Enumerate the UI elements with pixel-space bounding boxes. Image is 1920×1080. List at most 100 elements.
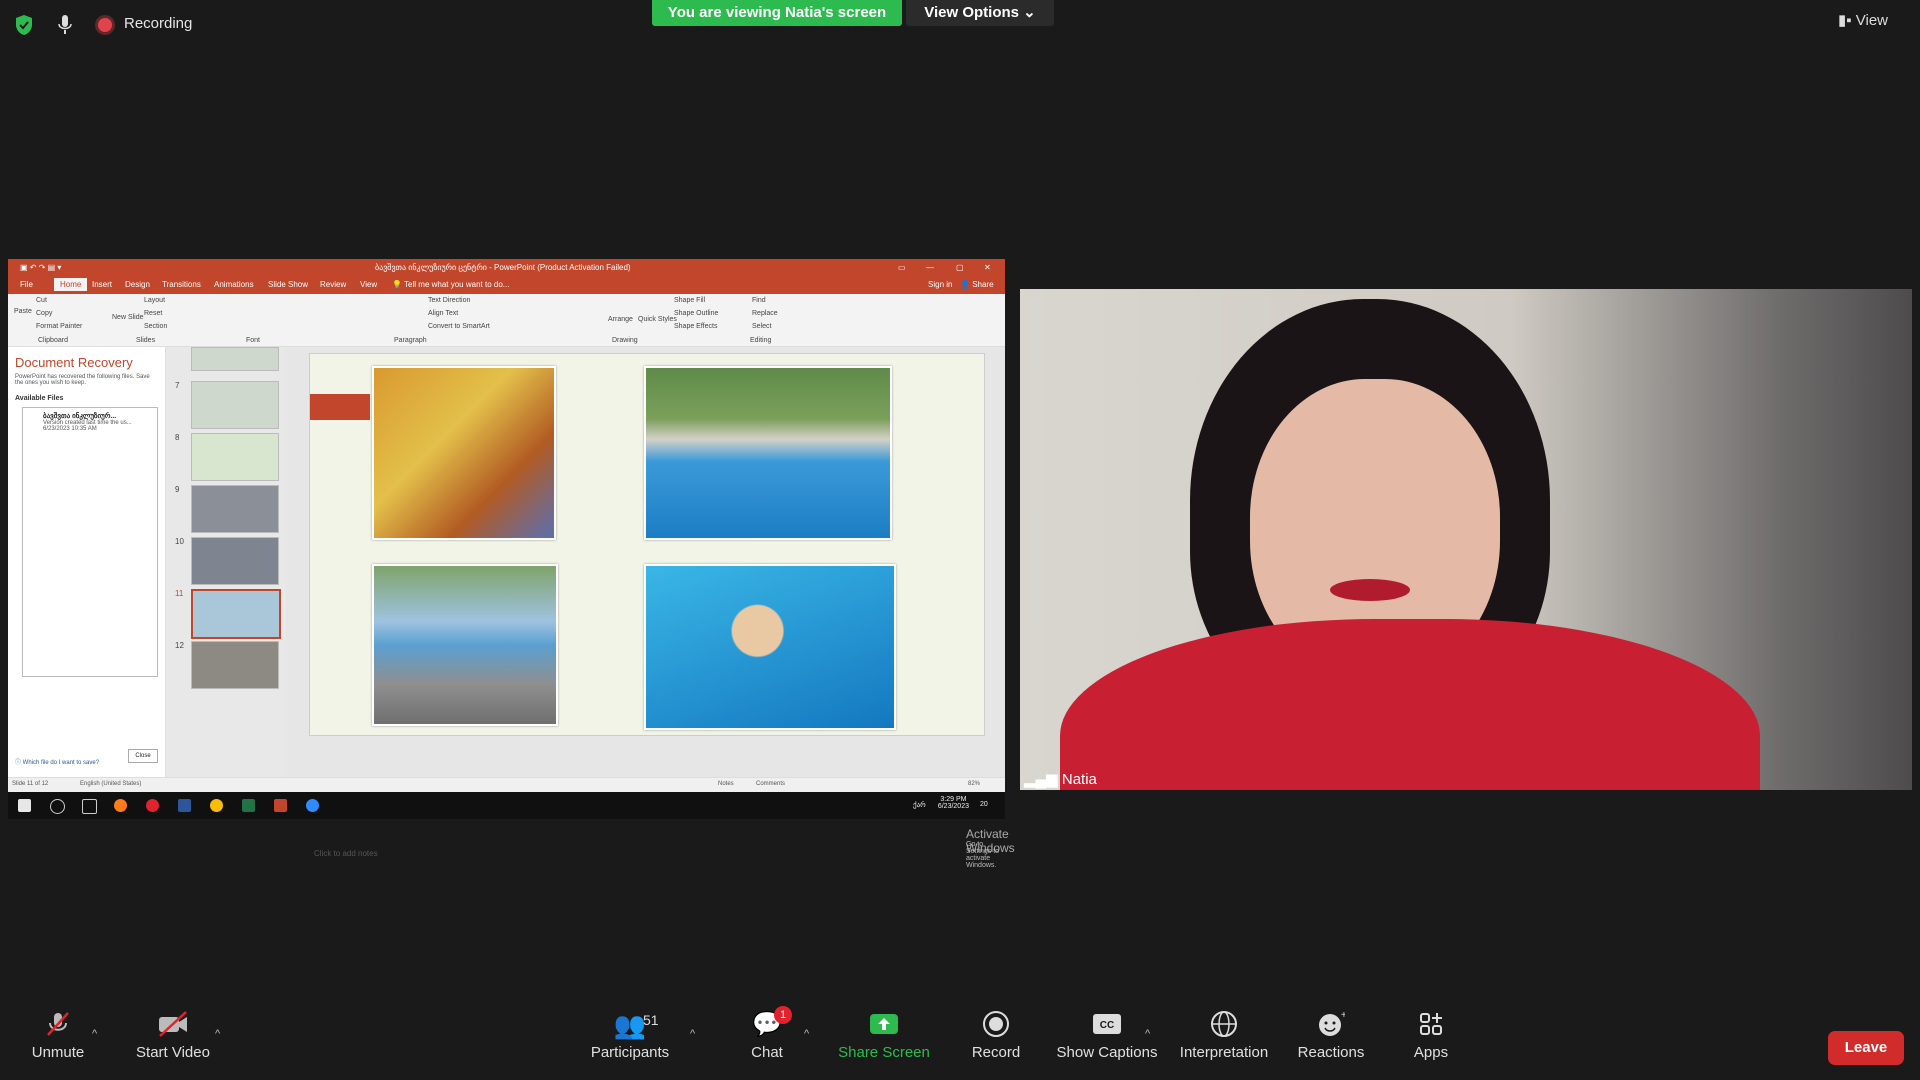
notes-toggle[interactable]: Notes [718, 781, 734, 787]
microphone-icon[interactable] [58, 14, 72, 36]
interpretation-button[interactable]: Interpretation [1174, 1010, 1274, 1061]
slide-thumbnail[interactable] [191, 485, 279, 533]
comments-toggle[interactable]: Comments [756, 781, 785, 787]
sign-in-link[interactable]: Sign in [928, 280, 952, 289]
help-question: Which file do I want to save? [22, 760, 100, 766]
align-text-button[interactable]: Align Text [428, 310, 458, 317]
record-button[interactable]: Record [966, 1010, 1026, 1061]
unmute-button[interactable]: Unmute [22, 1010, 94, 1061]
keyboard-language[interactable]: ქარ [913, 801, 926, 809]
recovery-close-button[interactable]: Close [128, 749, 158, 763]
tab-slide-show[interactable]: Slide Show [268, 280, 308, 289]
copy-button[interactable]: Copy [36, 310, 52, 317]
captions-caret-icon[interactable]: ^ [1145, 1028, 1150, 1040]
audio-options-caret-icon[interactable]: ^ [92, 1028, 97, 1040]
current-slide[interactable] [309, 353, 985, 736]
shape-fill-button[interactable]: Shape Fill [674, 297, 705, 304]
participants-button[interactable]: 👥 51 Participants [585, 1010, 675, 1061]
zoom-level[interactable]: 82% [968, 781, 980, 787]
reactions-button[interactable]: + Reactions [1294, 1010, 1368, 1061]
recovered-file-name: ბავშვთა ინკლუზიურ... [43, 413, 117, 420]
tab-insert[interactable]: Insert [92, 280, 112, 289]
tab-file[interactable]: File [20, 280, 33, 289]
share-screen-button[interactable]: Share Screen [836, 1010, 932, 1061]
reset-button[interactable]: Reset [144, 310, 162, 317]
slide-number: 11 [175, 589, 184, 598]
shield-icon[interactable] [14, 14, 34, 36]
shape-outline-button[interactable]: Shape Outline [674, 310, 718, 317]
status-bar: Slide 11 of 12 English (United States) N… [8, 777, 1005, 793]
ribbon-display-icon[interactable]: ▭ [898, 259, 906, 277]
slide-thumbnail[interactable] [191, 347, 279, 371]
arrange-button[interactable]: Arrange [608, 316, 633, 323]
tell-me-search[interactable]: 💡 Tell me what you want to do... [392, 280, 509, 289]
slide-thumbnail[interactable] [191, 381, 279, 429]
tab-view[interactable]: View [360, 280, 377, 289]
powerpoint-icon[interactable] [274, 799, 287, 812]
slide-thumbnail[interactable] [191, 433, 279, 481]
tab-animations[interactable]: Animations [214, 280, 254, 289]
excel-icon[interactable] [242, 799, 255, 812]
shape-effects-button[interactable]: Shape Effects [674, 323, 717, 330]
word-icon[interactable] [178, 799, 191, 812]
camera-off-icon [159, 1011, 187, 1037]
slide-thumbnail[interactable] [191, 537, 279, 585]
apps-button[interactable]: Apps [1408, 1010, 1454, 1061]
participants-count: 51 [643, 1012, 659, 1028]
signal-bars-icon: ▂▄▆ [1024, 771, 1058, 788]
save-icon[interactable]: ▣ ↶ ↷ ▤ ▾ [20, 259, 61, 277]
windows-start-icon[interactable] [18, 799, 31, 812]
cut-button[interactable]: Cut [36, 297, 47, 304]
chat-button[interactable]: 💬 1 Chat [744, 1006, 792, 1061]
search-icon[interactable] [50, 799, 65, 814]
chat-caret-icon[interactable]: ^ [804, 1028, 809, 1040]
convert-smartart-button[interactable]: Convert to SmartArt [428, 323, 490, 330]
format-painter-button[interactable]: Format Painter [36, 323, 82, 330]
share-button[interactable]: 👤 Share [960, 280, 994, 289]
zoom-app-icon[interactable] [306, 799, 319, 812]
meeting-top-bar: Recording You are viewing Natia's screen… [0, 0, 1920, 50]
participant-video[interactable] [1020, 289, 1912, 790]
viewing-screen-banner: You are viewing Natia's screen [652, 0, 902, 26]
slide-thumbnail-selected[interactable] [191, 589, 281, 639]
help-link[interactable]: ⓘ Which file do I want to save? [15, 757, 99, 766]
tab-home[interactable]: Home [54, 278, 88, 291]
maximize-icon[interactable]: ▢ [956, 259, 964, 277]
chrome-icon[interactable] [210, 799, 223, 812]
opera-icon[interactable] [146, 799, 159, 812]
shared-screen: ▣ ↶ ↷ ▤ ▾ ბავშვთა ინკლუზიური ცენტრი - Po… [8, 259, 1015, 869]
font-group-label: Font [246, 337, 261, 344]
new-slide-button[interactable]: New Slide [112, 314, 144, 321]
text-direction-button[interactable]: Text Direction [428, 297, 470, 304]
tab-transitions[interactable]: Transitions [162, 280, 201, 289]
clipboard-group-label: Clipboard [38, 337, 68, 344]
slide-thumbnail[interactable] [191, 641, 279, 689]
replace-button[interactable]: Replace [752, 310, 778, 317]
show-captions-label: Show Captions [1056, 1044, 1158, 1061]
recovered-file-item[interactable]: ბავშვთა ინკლუზიურ... Version created las… [43, 412, 153, 432]
layout-button[interactable]: Layout [144, 297, 165, 304]
close-icon[interactable]: ✕ [984, 259, 991, 277]
system-clock[interactable]: 3:29 PM 6/23/2023 [938, 796, 969, 810]
video-options-caret-icon[interactable]: ^ [215, 1028, 220, 1040]
chat-badge: 1 [774, 1006, 792, 1024]
task-view-icon[interactable] [82, 799, 97, 814]
notification-count[interactable]: 20 [980, 801, 988, 808]
tab-design[interactable]: Design [125, 280, 150, 289]
firefox-icon[interactable] [114, 799, 127, 812]
find-button[interactable]: Find [752, 297, 766, 304]
view-options-button[interactable]: View Options ⌄ [906, 0, 1054, 26]
tab-review[interactable]: Review [320, 280, 346, 289]
recovery-description: PowerPoint has recovered the following f… [15, 374, 150, 386]
start-video-button[interactable]: Start Video [130, 1010, 216, 1061]
select-button[interactable]: Select [752, 323, 771, 330]
section-button[interactable]: Section [144, 323, 167, 330]
quick-styles-button[interactable]: Quick Styles [638, 316, 677, 323]
paste-button[interactable]: Paste [14, 308, 32, 315]
notes-placeholder[interactable]: Click to add notes [314, 849, 378, 858]
view-button[interactable]: ▮▪ View [1838, 8, 1908, 34]
language-status[interactable]: English (United States) [80, 781, 141, 787]
participants-caret-icon[interactable]: ^ [690, 1028, 695, 1040]
leave-button[interactable]: Leave [1828, 1031, 1904, 1065]
minimize-icon[interactable]: — [926, 259, 934, 277]
